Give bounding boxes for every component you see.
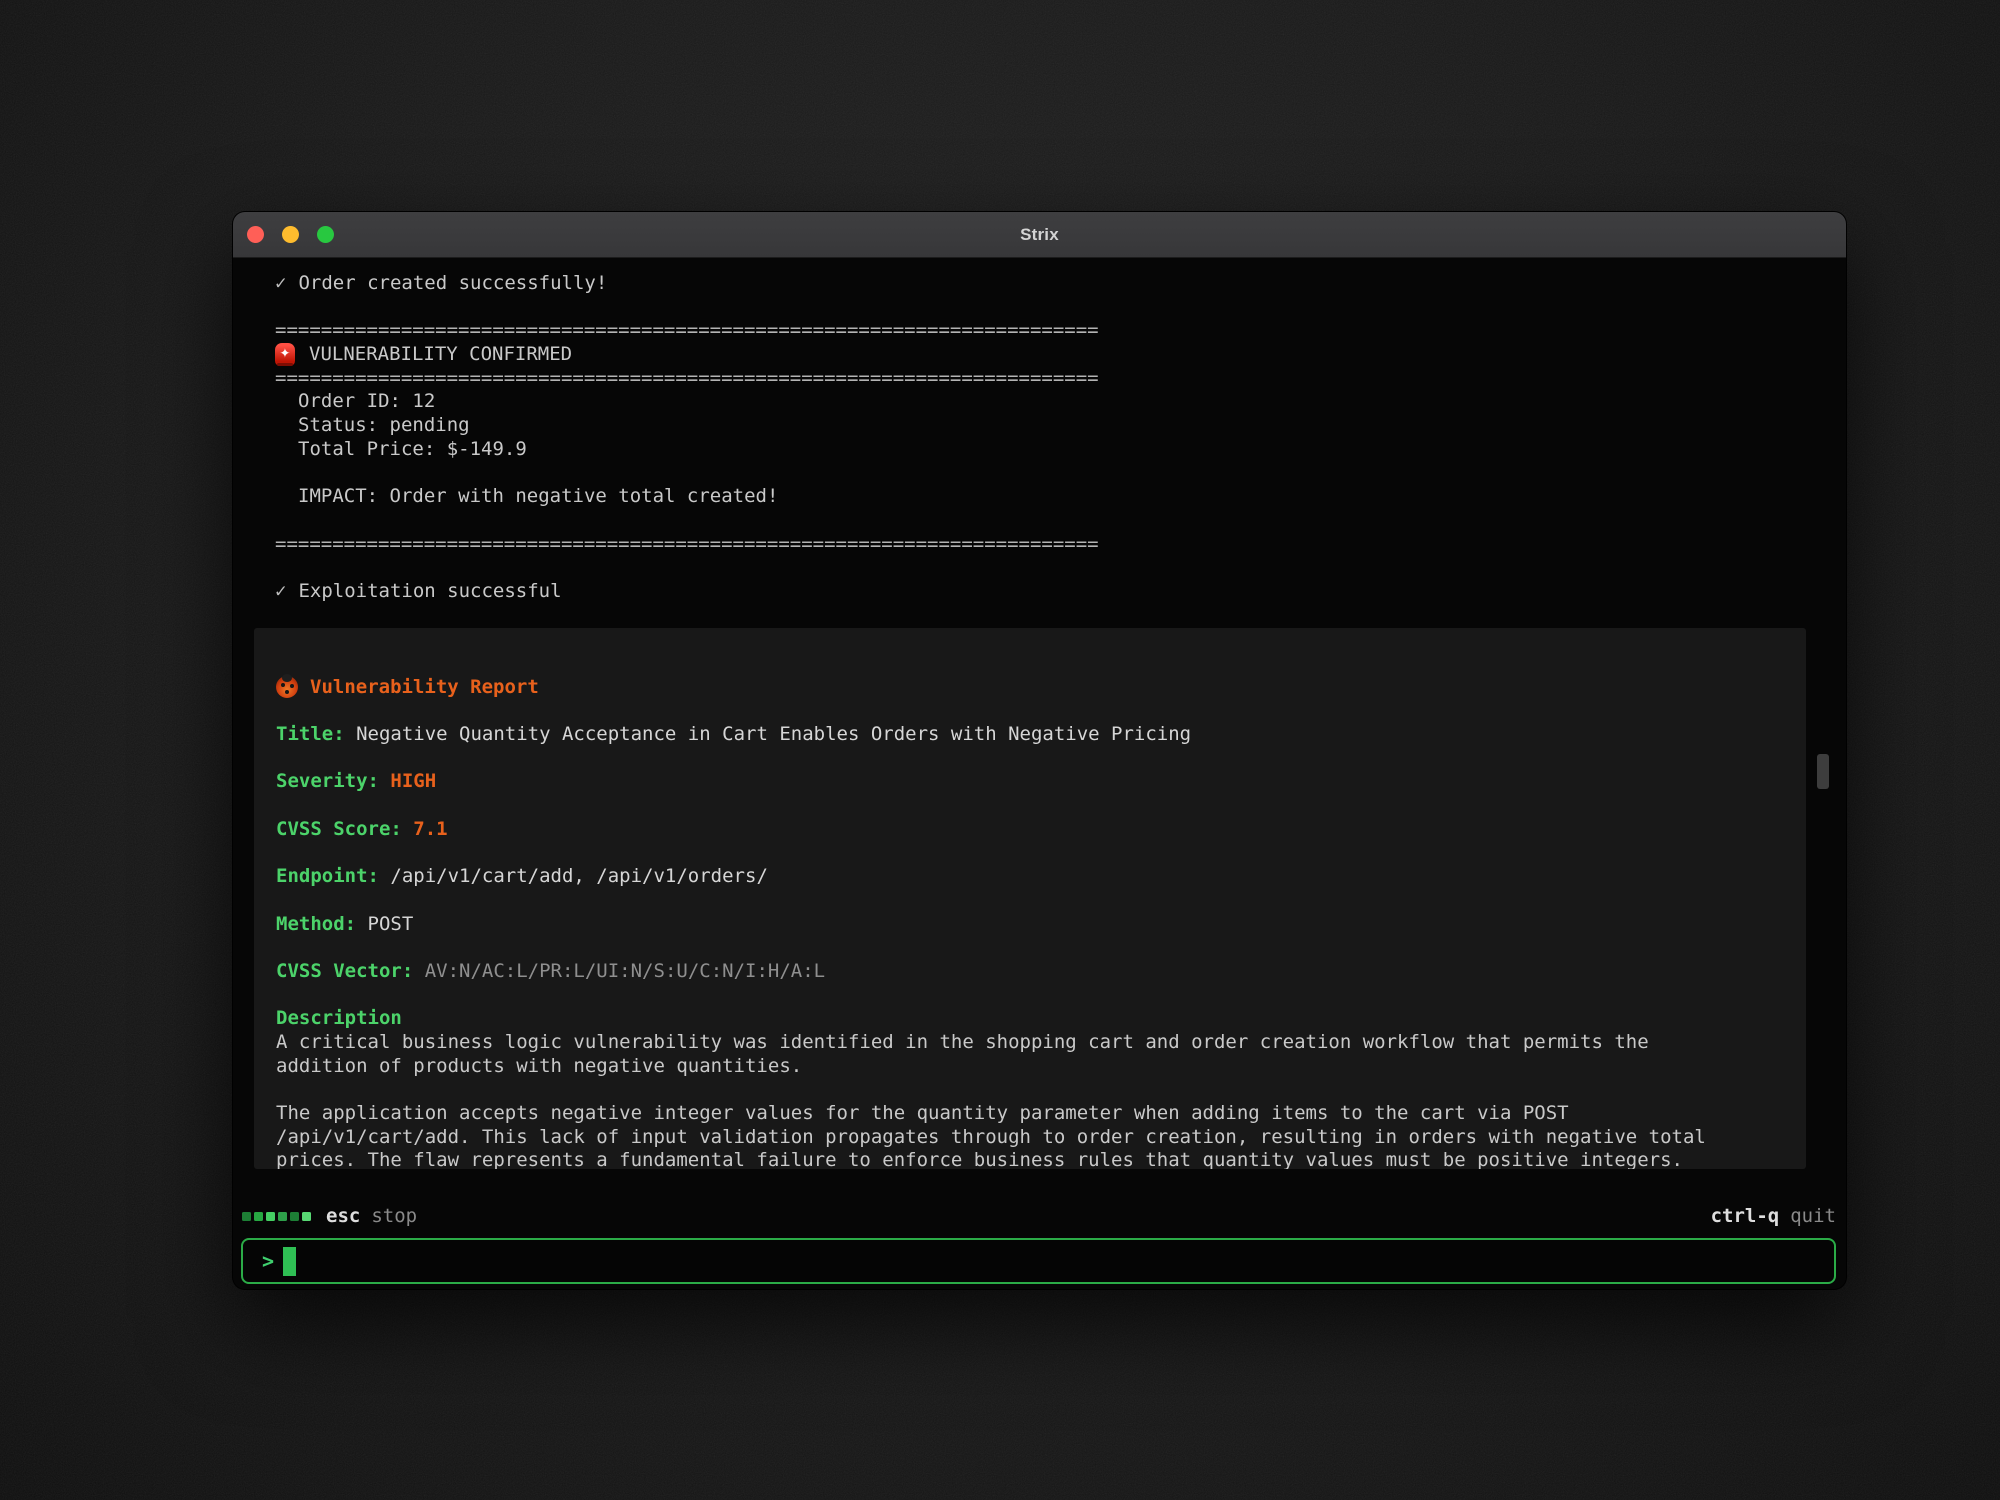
log-line: Status: pending xyxy=(275,414,1846,438)
alert-line: VULNERABILITY CONFIRMED xyxy=(275,343,1846,367)
check-icon: ✓ xyxy=(275,580,286,602)
separator-line: ========================================… xyxy=(275,367,1105,391)
log-line: ✓ Exploitation successful xyxy=(275,580,1846,604)
ladybug-icon xyxy=(276,676,298,698)
field-value: POST xyxy=(356,913,413,935)
description-heading: Description xyxy=(276,1007,1806,1031)
description-paragraph: The application accepts negative integer… xyxy=(276,1102,1806,1169)
report-header-text: Vulnerability Report xyxy=(310,676,539,700)
log-line: Order ID: 12 xyxy=(275,390,1846,414)
separator-line: ========================================… xyxy=(275,533,1105,557)
field-label: Endpoint: xyxy=(276,865,379,887)
spinner xyxy=(242,1212,311,1221)
report-field: Severity: HIGH xyxy=(276,770,1806,794)
log-text: Exploitation successful xyxy=(298,580,561,602)
siren-icon xyxy=(275,343,295,366)
blank-line xyxy=(275,296,1846,320)
field-label: Title: xyxy=(276,723,345,745)
report-header: Vulnerability Report xyxy=(276,676,1806,700)
description-paragraph: A critical business logic vulnerability … xyxy=(276,1031,1806,1078)
report-field: CVSS Vector: AV:N/AC:L/PR:L/UI:N/S:U/C:N… xyxy=(276,960,1806,984)
spinner-block xyxy=(278,1212,287,1221)
spinner-block xyxy=(254,1212,263,1221)
footer: esc stop ctrl-q quit > xyxy=(233,1202,1846,1289)
blank-line xyxy=(275,462,1846,486)
report-field: Method: POST xyxy=(276,913,1806,937)
desktop-background: Strix ✓ Order created successfully! ======… xyxy=(0,0,2000,1500)
esc-action-label: stop xyxy=(371,1205,417,1227)
field-value: HIGH xyxy=(379,770,436,792)
report-description: A critical business logic vulnerability … xyxy=(276,1031,1806,1169)
description-line: addition of products with negative quant… xyxy=(276,1055,1806,1079)
strix-terminal-window: Strix ✓ Order created successfully! ======… xyxy=(233,212,1846,1289)
description-line: prices. The flaw represents a fundamenta… xyxy=(276,1149,1806,1168)
terminal-output: ✓ Order created successfully! ============… xyxy=(233,258,1846,1202)
report-fields: Title: Negative Quantity Acceptance in C… xyxy=(276,723,1806,984)
window-title: Strix xyxy=(1020,225,1059,245)
field-value: Negative Quantity Acceptance in Cart Ena… xyxy=(345,723,1191,745)
spinner-block xyxy=(266,1212,275,1221)
blank-line xyxy=(275,556,1846,580)
spinner-block xyxy=(242,1212,251,1221)
minimize-button[interactable] xyxy=(282,226,299,243)
description-line: /api/v1/cart/add. This lack of input val… xyxy=(276,1126,1806,1150)
field-label: CVSS Score: xyxy=(276,818,402,840)
status-bar: esc stop ctrl-q quit xyxy=(241,1202,1836,1230)
alert-text: VULNERABILITY CONFIRMED xyxy=(309,343,572,367)
scrollbar-thumb[interactable] xyxy=(1817,754,1829,789)
log-line: Total Price: $-149.9 xyxy=(275,438,1846,462)
separator-line: ========================================… xyxy=(275,319,1105,343)
log-line: IMPACT: Order with negative total create… xyxy=(275,485,1846,509)
description-line: A critical business logic vulnerability … xyxy=(276,1031,1806,1055)
text-cursor xyxy=(283,1247,296,1276)
zoom-button[interactable] xyxy=(317,226,334,243)
field-label: CVSS Vector: xyxy=(276,960,413,982)
field-label: Severity: xyxy=(276,770,379,792)
spinner-block xyxy=(302,1212,311,1221)
log-text: Order created successfully! xyxy=(298,272,607,294)
window-titlebar: Strix xyxy=(233,212,1846,258)
report-field: Title: Negative Quantity Acceptance in C… xyxy=(276,723,1806,747)
command-input[interactable]: > xyxy=(241,1238,1836,1284)
field-label: Method: xyxy=(276,913,356,935)
esc-key-hint: esc xyxy=(326,1205,360,1227)
check-icon: ✓ xyxy=(275,272,286,294)
field-value: /api/v1/cart/add, /api/v1/orders/ xyxy=(379,865,768,887)
blank-line xyxy=(275,509,1846,533)
field-value: 7.1 xyxy=(402,818,448,840)
log: ✓ Order created successfully! ============… xyxy=(233,272,1846,604)
report-field: CVSS Score: 7.1 xyxy=(276,818,1806,842)
close-button[interactable] xyxy=(247,226,264,243)
spinner-block xyxy=(290,1212,299,1221)
quit-action-label: quit xyxy=(1790,1205,1836,1227)
traffic-light-buttons xyxy=(247,212,334,257)
description-line: The application accepts negative integer… xyxy=(276,1102,1806,1126)
quit-key-hint: ctrl-q xyxy=(1711,1205,1780,1227)
vulnerability-report-panel: Vulnerability Report Title: Negative Qua… xyxy=(254,628,1806,1169)
input-prompt: > xyxy=(262,1249,274,1273)
report-field: Endpoint: /api/v1/cart/add, /api/v1/orde… xyxy=(276,865,1806,889)
log-line: ✓ Order created successfully! xyxy=(275,272,1846,296)
field-value: AV:N/AC:L/PR:L/UI:N/S:U/C:N/I:H/A:L xyxy=(413,960,825,982)
